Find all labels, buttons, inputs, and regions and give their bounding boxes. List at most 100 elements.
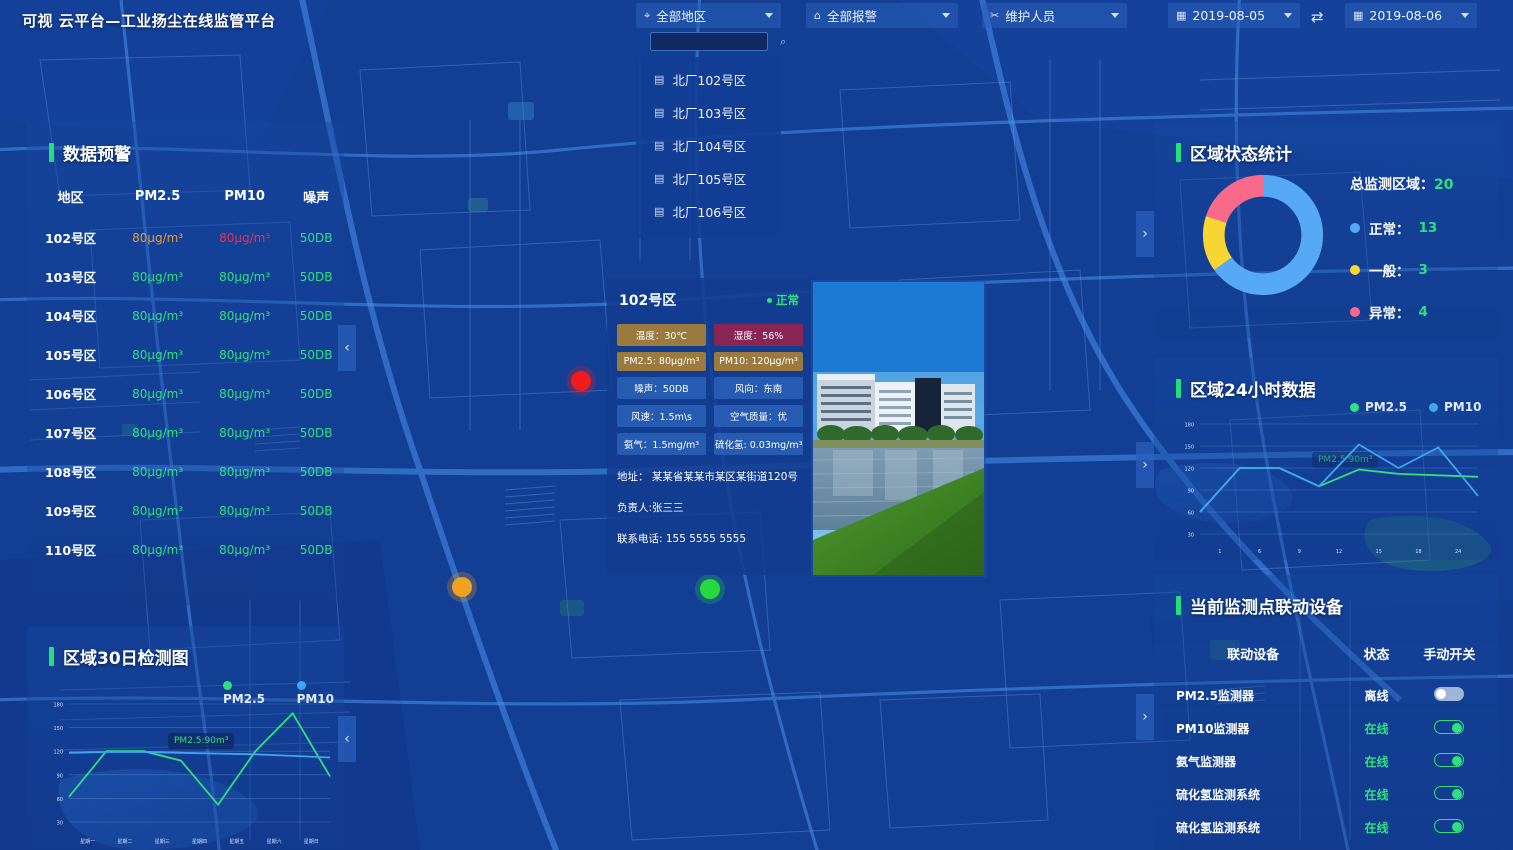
region-list-item-label: 北厂103号区 (672, 106, 747, 121)
collapse-left-panel-2[interactable]: ‹ (338, 716, 356, 762)
alarm-noise-cell: 50DB (299, 386, 333, 401)
popup-metric-chip: 硫化氢: 0.03mg/m³ (714, 433, 803, 455)
table-row[interactable]: 氨气监测器 在线 (1154, 745, 1498, 778)
map-marker-abnormal[interactable] (571, 371, 591, 391)
toggle-knob (1452, 723, 1463, 733)
start-date-value: 2019-08-05 (1192, 8, 1266, 23)
table-row[interactable]: PM2.5监测器 离线 (1154, 679, 1498, 712)
chart-y-tick: 30 (1188, 533, 1194, 539)
chart-x-tick: 6 (1258, 549, 1261, 555)
region-list-item[interactable]: ▤ 北厂102号区 (636, 63, 781, 96)
region-list-item-label: 北厂106号区 (672, 205, 747, 220)
alarm-pm25-cell: 80μg/m³ (132, 464, 184, 479)
popup-status-text: 正常 (776, 293, 799, 307)
collapse-right-panel-2[interactable]: › (1136, 442, 1154, 488)
legend-dot-icon (223, 681, 232, 690)
table-row[interactable]: 103号区 80μg/m³ 80μg/m³ 50DB (27, 257, 344, 296)
table-row[interactable]: 108号区 80μg/m³ 80μg/m³ 50DB (27, 452, 344, 491)
alarm-filter-dropdown[interactable]: ⌂ 全部报警 (806, 3, 958, 28)
status-legend-label: 一般： (1369, 264, 1410, 280)
status-dot-icon (767, 298, 772, 303)
status-legend-item: 一般： 3 (1350, 260, 1453, 280)
popup-manager: 负责人:张三三 (617, 502, 684, 514)
region-list-item[interactable]: ▤ 北厂103号区 (636, 96, 781, 129)
collapse-right-panel-1[interactable]: › (1136, 211, 1154, 257)
chart-y-tick: 30 (57, 821, 63, 827)
site-photo[interactable] (811, 280, 986, 577)
device-toggle-switch[interactable] (1434, 720, 1465, 734)
start-date-picker[interactable]: ▦ 2019-08-05 (1168, 3, 1300, 28)
table-row[interactable]: 105号区 80μg/m³ 80μg/m³ 50DB (27, 335, 344, 374)
alarm-region-cell: 107号区 (44, 426, 97, 441)
devices-table-header: 联动设备 状态 手动开关 (1154, 634, 1498, 679)
alarm-table-header: 地区 PM2.5 PM10 噪声 (27, 177, 344, 218)
table-row[interactable]: 109号区 80μg/m³ 80μg/m³ 50DB (27, 491, 344, 530)
status-legend-value: 3 (1418, 262, 1428, 278)
device-toggle-switch[interactable] (1434, 753, 1465, 767)
swap-dates-icon[interactable]: ⇄ (1311, 8, 1324, 26)
monitor-point-popup[interactable]: 102号区 正常 温度：30℃ 湿度：56% PM2.5: 80μg/m³ PM10:… (607, 278, 813, 575)
staff-filter-label: 维护人员 (1005, 9, 1056, 24)
factory-icon: ▤ (654, 205, 665, 218)
devices-table-body: PM2.5监测器 离线 PM10监测器 在线 氨气监测器 在线 硫化氢监测系统 在线 硫化氢监测… (1154, 679, 1498, 844)
chart-x-tick: 15 (1376, 549, 1382, 555)
table-row[interactable]: 104号区 80μg/m³ 80μg/m³ 50DB (27, 296, 344, 335)
region-search-box[interactable]: ⌕ (650, 32, 786, 51)
search-icon[interactable]: ⌕ (780, 35, 786, 49)
page-title: 可视 云平台—工业扬尘在线监管平台 (22, 10, 276, 31)
chart-y-tick: 150 (53, 726, 63, 732)
legend-dot-icon (1429, 403, 1438, 412)
region-filter-dropdown[interactable]: ⌖ 全部地区 (636, 3, 781, 28)
alarm-pm25-cell: 80μg/m³ (132, 269, 184, 284)
device-toggle-switch[interactable] (1434, 786, 1465, 800)
popup-title: 102号区 (619, 293, 677, 309)
staff-filter-dropdown[interactable]: ✂ 维护人员 (982, 3, 1127, 28)
region-search-input[interactable] (655, 36, 780, 47)
chart-x-tick: 星期四 (192, 839, 207, 845)
total-regions-label: 总监测区域： (1350, 177, 1434, 193)
alarm-table-body: 102号区 80μg/m³ 80μg/m³ 50DB 103号区 80μg/m³ 80μg/… (27, 218, 344, 569)
map-marker-normal[interactable] (700, 579, 720, 599)
table-row[interactable]: 106号区 80μg/m³ 80μg/m³ 50DB (27, 374, 344, 413)
device-toggle-switch[interactable] (1434, 687, 1465, 701)
alarm-noise-cell: 50DB (299, 542, 333, 557)
region-list-item[interactable]: ▤ 北厂105号区 (636, 162, 781, 195)
popup-metric-chip: 风速：1.5m\s (617, 405, 706, 427)
region-dropdown-list[interactable]: ▤ 北厂102号区 ▤ 北厂103号区 ▤ 北厂104号区 ▤ 北厂105号区 ▤ 北厂106号区 (636, 57, 781, 238)
device-toggle-switch[interactable] (1434, 819, 1465, 833)
legend-dot-icon (1350, 265, 1360, 275)
alarm-pm10-cell: 80μg/m³ (219, 542, 271, 557)
status-legend-value: 4 (1418, 304, 1428, 320)
accent-bar (1176, 143, 1181, 162)
top-toolbar: 可视 云平台—工业扬尘在线监管平台 ⌖ 全部地区 ⌂ 全部报警 ✂ 维护人员 ▦… (0, 0, 1513, 30)
legend-dot-icon (1350, 403, 1359, 412)
device-switch-cell (1401, 679, 1498, 712)
device-status-cell: 离线 (1364, 689, 1389, 703)
table-row[interactable]: 硫化氢监测系统 在线 (1154, 811, 1498, 844)
legend-dot-icon (296, 681, 306, 690)
device-name-cell: 氨气监测器 (1176, 755, 1237, 769)
table-row[interactable]: 102号区 80μg/m³ 80μg/m³ 50DB (27, 218, 344, 257)
region-list-item[interactable]: ▤ 北厂106号区 (636, 195, 781, 228)
legend-dot-icon (1350, 307, 1360, 317)
table-row[interactable]: 110号区 80μg/m³ 80μg/m³ 50DB (27, 530, 344, 569)
table-row[interactable]: PM10监测器 在线 (1154, 712, 1498, 745)
collapse-left-panel-1[interactable]: ‹ (338, 325, 356, 371)
alarm-pm10-cell: 80μg/m³ (219, 347, 271, 362)
popup-metric-chip: 湿度：56% (714, 324, 803, 346)
chart30-panel-title: 区域30日检测图 (27, 626, 344, 669)
devices-column-header: 联动设备 (1227, 648, 1280, 663)
collapse-right-panel-3[interactable]: › (1136, 694, 1154, 740)
legend-dot-icon (1350, 223, 1360, 233)
chart-y-tick: 120 (1184, 467, 1194, 473)
end-date-picker[interactable]: ▦ 2019-08-06 (1345, 3, 1477, 28)
region-list-item[interactable]: ▤ 北厂104号区 (636, 129, 781, 162)
popup-metric-chip: PM10: 120μg/m³ (714, 352, 803, 371)
region-filter-label: 全部地区 (656, 9, 707, 24)
factory-icon: ▤ (654, 139, 665, 152)
map-marker-warning[interactable] (452, 577, 472, 597)
factory-icon: ▤ (654, 73, 665, 86)
table-row[interactable]: 硫化氢监测系统 在线 (1154, 778, 1498, 811)
table-row[interactable]: 107号区 80μg/m³ 80μg/m³ 50DB (27, 413, 344, 452)
accent-bar (49, 143, 54, 162)
